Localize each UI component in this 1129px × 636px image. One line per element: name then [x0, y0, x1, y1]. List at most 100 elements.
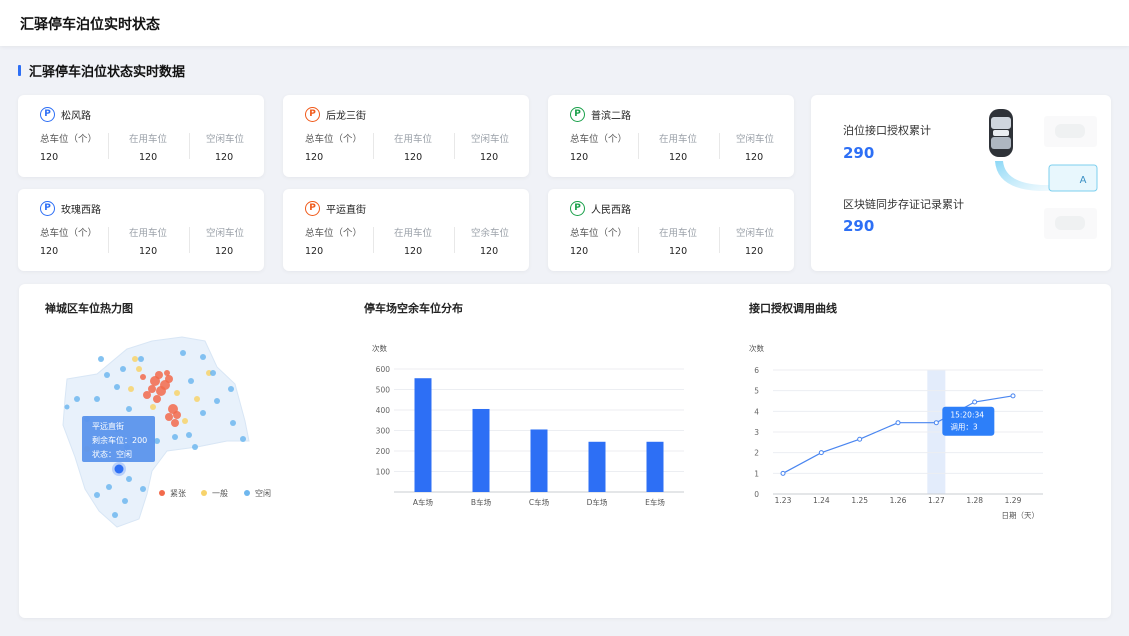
legend-swatch — [159, 490, 165, 496]
line-chart: 次数 0 1 2 3 4 5 6 1.23 1.24 1.25 1.26 1.27 1.28 1.29 日期（… — [749, 343, 1043, 520]
heat-dot — [64, 404, 70, 410]
free-spaces-label: 空闲车位 — [471, 134, 510, 145]
x-axis-label: 日期（天） — [1002, 511, 1040, 520]
free-spaces-value: 120 — [215, 152, 234, 163]
lot-name: 后龙三街 — [326, 111, 366, 122]
lot-name: 普滨二路 — [591, 111, 631, 122]
stat-divider — [373, 133, 374, 159]
car-icon — [989, 109, 1013, 157]
y-axis-label: 次数 — [372, 343, 387, 353]
lot-card[interactable]: P 玫瑰西路 总车位（个） 120 在用车位 120 空闲车位 120 — [18, 189, 264, 271]
free-spaces-value: 120 — [480, 152, 499, 163]
total-spaces: 总车位（个） 120 — [570, 131, 627, 163]
used-spaces-label: 在用车位 — [129, 228, 168, 239]
x-tick-label: 1.27 — [928, 496, 945, 505]
used-spaces: 在用车位 120 — [129, 225, 167, 257]
heat-dot — [132, 356, 138, 362]
used-spaces-label: 在用车位 — [394, 134, 433, 145]
heat-dot — [240, 436, 246, 442]
parking-icon: P — [570, 107, 585, 122]
lot-card[interactable]: P 后龙三街 总车位（个） 120 在用车位 120 空闲车位 120 — [283, 95, 529, 177]
heatmap-map[interactable]: 平远直街 剩余车位：200 状态：空闲 紧张 一般 空闲 — [57, 329, 297, 539]
total-spaces-value: 120 — [570, 246, 589, 257]
section-accent-bar — [18, 64, 21, 76]
bar-chart-title: 停车场空余车位分布 — [364, 302, 463, 315]
free-spaces-label: 空闲车位 — [736, 228, 775, 239]
lot-card[interactable]: P 平运直街 总车位（个） 120 在用车位 120 空余车位 120 — [283, 189, 529, 271]
free-spaces-label: 空闲车位 — [206, 134, 245, 145]
heat-dot — [126, 476, 132, 482]
heat-dot — [165, 413, 173, 421]
x-tick-label: 1.24 — [813, 496, 830, 505]
stat-divider — [108, 133, 109, 159]
slot-label: A — [1080, 175, 1087, 186]
heat-dot — [194, 396, 200, 402]
free-spaces-label: 空闲车位 — [736, 134, 775, 145]
lot-card[interactable]: P 人民西路 总车位（个） 120 在用车位 120 空闲车位 120 — [548, 189, 794, 271]
y-tick-label: 4 — [754, 407, 759, 416]
bar — [414, 378, 432, 492]
tooltip-status: 状态：空闲 — [92, 449, 132, 459]
heat-dot — [138, 356, 144, 362]
y-tick-label: 600 — [376, 365, 391, 374]
parking-slot-a-shape — [1048, 164, 1098, 192]
used-spaces-label: 在用车位 — [129, 134, 168, 145]
heat-dot — [150, 404, 156, 410]
y-tick-label: 200 — [376, 447, 391, 456]
heat-dot — [140, 486, 146, 492]
parking-icon: P — [305, 107, 320, 122]
heat-dot — [94, 396, 100, 402]
data-point — [895, 420, 901, 426]
heat-dot — [230, 420, 236, 426]
lot-header: P 松风路 — [40, 107, 91, 122]
used-spaces: 在用车位 120 — [394, 131, 432, 163]
heat-dot — [143, 391, 151, 399]
heatmap-title: 禅城区车位热力图 — [45, 302, 133, 315]
used-spaces-value: 120 — [404, 246, 423, 257]
used-spaces-label: 在用车位 — [659, 134, 698, 145]
heat-dot — [74, 396, 80, 402]
free-spaces: 空闲车位 120 — [206, 131, 244, 163]
y-tick-label: 3 — [754, 428, 759, 437]
heat-dot — [174, 390, 180, 396]
used-spaces-value: 120 — [404, 152, 423, 163]
data-point — [857, 436, 863, 442]
free-spaces-value: 120 — [215, 246, 234, 257]
heat-dot — [122, 498, 128, 504]
charts-panel: 禅城区车位热力图 停车场空余车位分布 接口授权调用曲线 平远直街 剩余车位：20… — [19, 284, 1111, 618]
stat-divider — [638, 133, 639, 159]
used-spaces-value: 120 — [669, 246, 688, 257]
bar-chart: 次数 100 200 300 400 500 600 A车场 B车场 C车场 D车场 E车场 — [372, 343, 684, 507]
lot-name: 松风路 — [61, 111, 91, 122]
data-point — [1010, 393, 1016, 399]
lot-card[interactable]: P 普滨二路 总车位（个） 120 在用车位 120 空闲车位 120 — [548, 95, 794, 177]
stat-divider — [373, 227, 374, 253]
heat-dot — [106, 484, 112, 490]
free-spaces: 空闲车位 120 — [736, 225, 774, 257]
tooltip-value: 调用：3 — [950, 423, 977, 432]
used-spaces: 在用车位 120 — [394, 225, 432, 257]
chain-count-value: 290 — [843, 217, 875, 235]
parked-car-bottom-icon — [1044, 208, 1097, 239]
total-spaces-value: 120 — [305, 152, 324, 163]
x-tick-label: 1.29 — [1005, 496, 1022, 505]
x-tick-label: E车场 — [645, 497, 665, 507]
heat-dot — [180, 350, 186, 356]
x-tick-label: 1.26 — [890, 496, 907, 505]
parking-icon: P — [40, 107, 55, 122]
auth-count-label: 泊位接口授权累计 — [843, 124, 931, 137]
total-spaces: 总车位（个） 120 — [40, 225, 97, 257]
total-spaces: 总车位（个） 120 — [570, 225, 627, 257]
page-title: 汇驿停车泊位实时状态 — [20, 17, 160, 33]
total-spaces-label: 总车位（个） — [570, 134, 628, 145]
y-tick-label: 300 — [376, 427, 391, 436]
total-spaces-label: 总车位（个） — [305, 228, 363, 239]
y-tick-label: 0 — [754, 490, 759, 499]
used-spaces-label: 在用车位 — [659, 228, 698, 239]
free-spaces-value: 120 — [480, 246, 499, 257]
lot-card[interactable]: P 松风路 总车位（个） 120 在用车位 120 空闲车位 120 — [18, 95, 264, 177]
total-spaces-label: 总车位（个） — [40, 134, 98, 145]
heat-dot — [114, 384, 120, 390]
heat-dot — [182, 418, 188, 424]
used-spaces: 在用车位 120 — [659, 131, 697, 163]
